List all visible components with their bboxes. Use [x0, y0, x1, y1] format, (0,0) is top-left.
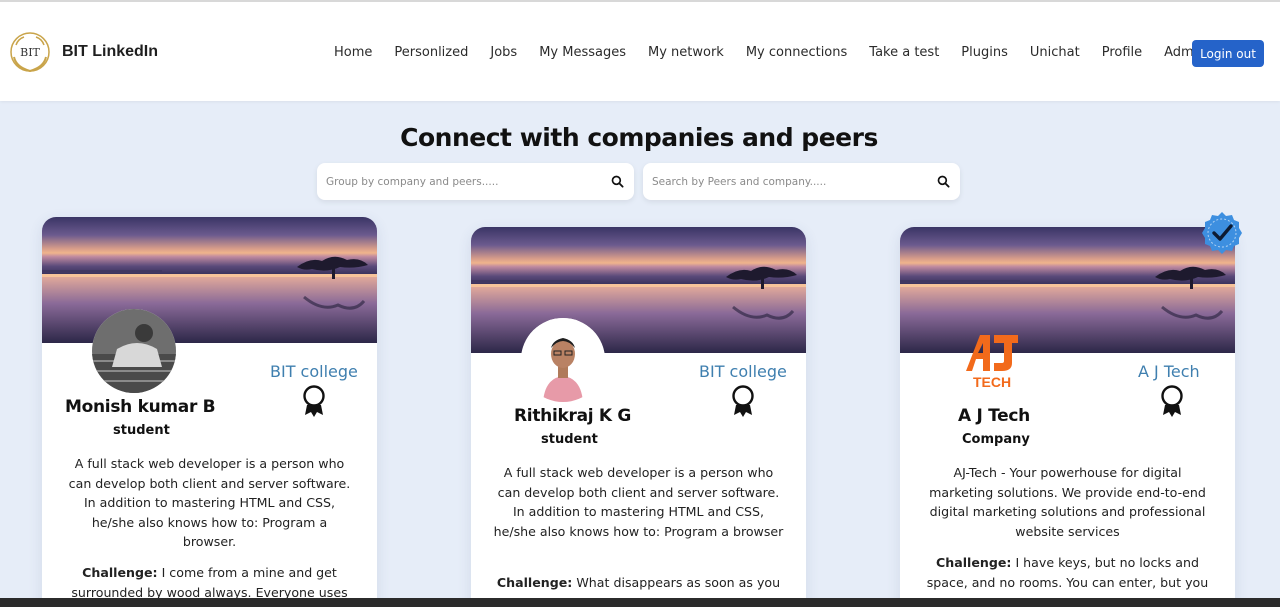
bit-logo-icon[interactable]: BIT: [8, 31, 52, 75]
person-photo-icon: [521, 318, 605, 402]
peer-search-box: [643, 163, 960, 200]
nav-profile[interactable]: Profile: [1102, 45, 1142, 65]
nav-personlized[interactable]: Personlized: [394, 45, 468, 65]
person-photo-icon: [92, 309, 176, 393]
login-out-button[interactable]: Login out: [1192, 40, 1264, 67]
card-name[interactable]: Rithikraj K G: [514, 406, 631, 426]
search-icon[interactable]: [937, 175, 950, 188]
group-search-input[interactable]: [326, 175, 596, 188]
page-title: Connect with companies and peers: [400, 123, 878, 152]
award-ribbon-icon: [1161, 385, 1183, 417]
group-search-box: [317, 163, 634, 200]
sunset-banner-image: [471, 227, 806, 353]
brand-name[interactable]: BIT LinkedIn: [62, 43, 158, 61]
card-description: A full stack web developer is a person w…: [493, 465, 784, 539]
taskbar-strip: [0, 598, 1280, 607]
nav-my-network[interactable]: My network: [648, 45, 724, 65]
avatar[interactable]: [521, 318, 605, 402]
verified-check-icon: [1202, 212, 1242, 254]
sunset-banner-image: [900, 227, 1235, 353]
card-description: AJ-Tech - Your powerhouse for digital ma…: [929, 465, 1206, 539]
profile-card[interactable]: BIT college Rithikraj K G student A full…: [471, 227, 806, 607]
challenge-label: Challenge:: [496, 575, 573, 590]
challenge-label: Challenge:: [936, 555, 1012, 570]
card-challenge: Challenge: I come from a mine and get su…: [64, 563, 355, 602]
nav-my-messages[interactable]: My Messages: [539, 45, 626, 65]
sunset-banner-image: [42, 217, 377, 343]
company-card[interactable]: TECH A J Tech A J Tech Company AJ-Tech -…: [900, 227, 1235, 607]
card-name[interactable]: Monish kumar B: [65, 397, 216, 417]
challenge-text: What disappears as soon as you: [576, 575, 781, 590]
nav-links: Home Personlized Jobs My Messages My net…: [334, 45, 1228, 65]
search-icon[interactable]: [611, 175, 624, 188]
card-challenge: Challenge: I have keys, but no locks and…: [922, 553, 1213, 592]
card-role: student: [541, 432, 598, 447]
card-org[interactable]: BIT college: [270, 362, 358, 381]
svg-text:TECH: TECH: [973, 374, 1011, 389]
nav-jobs[interactable]: Jobs: [490, 45, 517, 65]
nav-my-connections[interactable]: My connections: [746, 45, 847, 65]
card-org[interactable]: A J Tech: [1138, 362, 1200, 381]
card-name[interactable]: A J Tech: [958, 406, 1030, 426]
avatar[interactable]: [92, 309, 176, 393]
card-org[interactable]: BIT college: [699, 362, 787, 381]
nav-take-a-test[interactable]: Take a test: [869, 45, 939, 65]
challenge-label: Challenge:: [82, 565, 158, 580]
card-challenge: Challenge: What disappears as soon as yo…: [493, 573, 784, 593]
award-ribbon-icon: [732, 385, 754, 417]
card-role: Company: [962, 432, 1030, 447]
nav-home[interactable]: Home: [334, 45, 372, 65]
card-role: student: [113, 423, 170, 438]
nav-unichat[interactable]: Unichat: [1030, 45, 1080, 65]
top-navbar: BIT BIT LinkedIn Home Personlized Jobs M…: [0, 0, 1280, 101]
company-logo-icon[interactable]: TECH: [958, 331, 1026, 389]
peer-search-input[interactable]: [652, 175, 922, 188]
award-ribbon-icon: [303, 385, 325, 417]
nav-plugins[interactable]: Plugins: [961, 45, 1008, 65]
svg-text:BIT: BIT: [20, 46, 40, 59]
profile-card[interactable]: BIT college Monish kumar B student A ful…: [42, 217, 377, 607]
card-description: A full stack web developer is a person w…: [68, 456, 351, 549]
